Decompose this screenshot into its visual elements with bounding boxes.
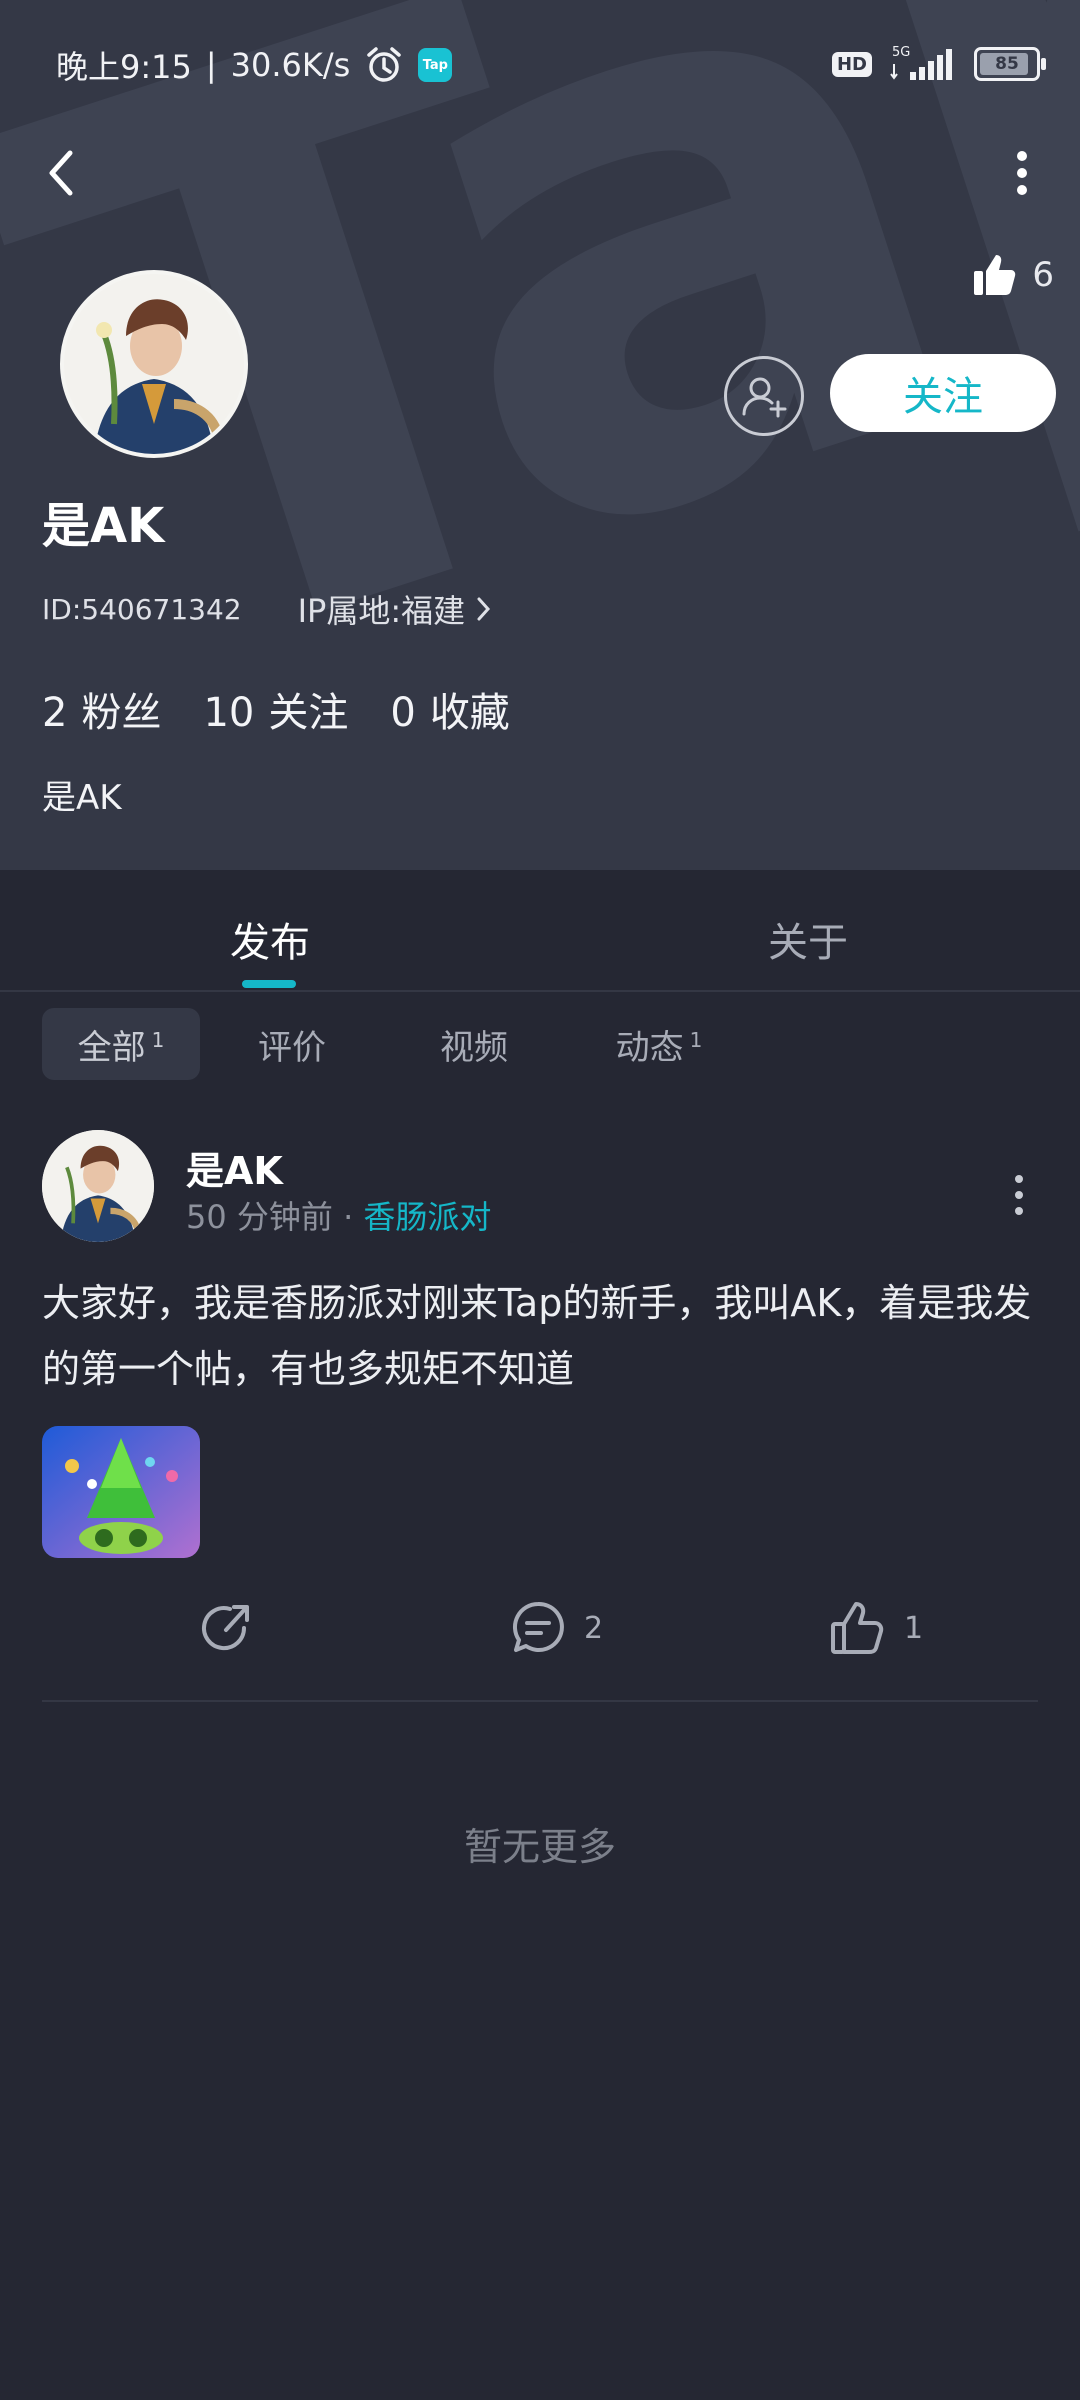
status-time: 晚上9:15 [56,48,192,86]
likes-counter[interactable]: 6 [972,252,1054,298]
follow-button[interactable]: 关注 [830,354,1056,432]
chip-all-count: 1 [151,1028,165,1052]
battery-icon: 85 [974,47,1046,81]
add-friend-button[interactable] [724,356,804,436]
comment-button[interactable]: 2 [508,1598,603,1658]
ip-location: IP属地:福建 [297,592,466,630]
like-button[interactable]: 1 [828,1598,923,1658]
share-icon [202,1605,249,1651]
tab-about[interactable]: 关于 [768,910,848,968]
stat-favorites[interactable]: 0 收藏 [390,680,509,738]
post-author-name[interactable]: 是AK [186,1140,283,1195]
like-count: 1 [904,1610,924,1646]
chip-videos[interactable]: 视频 [384,1008,564,1080]
signal-icon: 5G [890,45,952,80]
profile-avatar[interactable] [60,270,248,458]
game-icon-image [42,1426,200,1558]
back-icon[interactable] [40,145,86,201]
ip-location-link[interactable]: IP属地:福建 [298,586,494,632]
chip-videos-label: 视频 [440,1027,508,1068]
tab-indicator [242,980,296,988]
status-speed: 30.6K/s [230,46,351,84]
post-time: 50 分钟前 [186,1198,333,1236]
chip-moments[interactable]: 动态 1 [564,1008,754,1080]
profile-tabs: 发布 关于 [0,870,1080,992]
meta-separator: · [343,1198,354,1236]
post-content[interactable]: 大家好，我是香肠派对刚来Tap的新手，我叫AK，着是我发的第一个帖，有也多规矩不… [42,1270,1032,1402]
post-divider [42,1700,1038,1702]
profile-stats: 2 粉丝 10 关注 0 收藏 [42,680,510,738]
share-button[interactable] [196,1598,256,1658]
chip-reviews[interactable]: 评价 [200,1008,384,1080]
profile-id-line: ID:540671342 IP属地:福建 [42,586,493,632]
status-divider: | [205,46,217,84]
avatar-illustration [42,1130,154,1242]
profile-header: TapTap 晚上9:15 | 30.6K/s Tap HD 5G [0,0,1080,870]
chip-moments-label: 动态 [615,1027,684,1068]
status-bar: 晚上9:15 | 30.6K/s Tap HD 5G 85 [0,0,1080,120]
chevron-right-icon [477,597,491,621]
thumbs-up-icon [974,255,1016,295]
favorites-label: 收藏 [429,690,510,736]
fans-label: 粉丝 [81,690,162,736]
post-game-link[interactable]: 香肠派对 [363,1198,491,1236]
more-vertical-icon[interactable] [1010,148,1034,198]
following-count: 10 [203,690,255,736]
stat-following[interactable]: 10 关注 [203,680,348,738]
likes-count: 6 [1032,255,1054,295]
post-more-icon[interactable] [1012,1170,1026,1220]
following-label: 关注 [268,690,349,736]
avatar-illustration [64,274,244,454]
favorites-count: 0 [390,690,416,736]
add-user-icon [742,377,787,418]
chip-all-label: 全部 [77,1027,146,1068]
post-author-avatar[interactable] [42,1130,154,1242]
profile-bio: 是AK [42,778,122,818]
stat-fans[interactable]: 2 粉丝 [42,680,161,738]
tab-publish[interactable]: 发布 [230,910,310,968]
thumbs-up-outline-icon [831,1602,884,1654]
tap-app-icon: Tap [418,48,453,82]
post-image-thumbnail[interactable] [42,1426,200,1558]
comment-icon [513,1601,564,1652]
chip-all[interactable]: 全部 1 [42,1008,200,1080]
profile-username: 是AK [42,498,165,554]
chip-reviews-label: 评价 [258,1027,326,1068]
comment-count: 2 [584,1610,604,1646]
no-more-label: 暂无更多 [463,1825,616,1869]
user-id: ID:540671342 [42,592,242,626]
battery-level: 85 [995,54,1019,74]
hd-icon: HD [831,51,872,77]
post-actions: 2 1 [42,1598,1038,1688]
filter-chips: 全部 1 评价 视频 动态 1 [42,1008,754,1080]
post-meta: 50 分钟前 · 香肠派对 [186,1192,491,1238]
fans-count: 2 [42,690,68,736]
network-label: 5G [892,45,910,60]
alarm-icon [367,47,402,82]
chip-moments-count: 1 [689,1028,703,1052]
